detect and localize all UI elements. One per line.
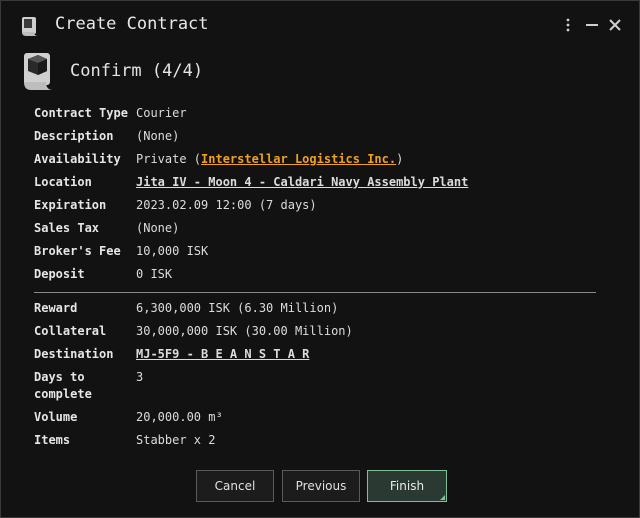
cancel-button[interactable]: Cancel — [196, 470, 274, 502]
minimize-icon[interactable] — [584, 15, 600, 35]
expiration-label: Expiration — [34, 198, 107, 212]
reward-value: 6,300,000 ISK (6.30 Million) — [136, 301, 339, 315]
row-brokers-fee: Broker's Fee 10,000 ISK — [34, 243, 604, 263]
items-value: Stabber x 2 — [136, 433, 216, 447]
sales-tax-value: (None) — [136, 221, 180, 235]
deposit-value: 0 ISK — [136, 267, 173, 281]
days-to-complete-label: Days to complete — [34, 369, 130, 403]
availability-suffix: ) — [396, 152, 404, 166]
destination-label: Destination — [34, 347, 114, 361]
location-link[interactable]: Jita IV - Moon 4 - Caldari Navy Assembly… — [136, 174, 468, 191]
collateral-value: 30,000,000 ISK (30.00 Million) — [136, 324, 353, 338]
destination-link[interactable]: MJ-5F9 - B E A N S T A R — [136, 346, 309, 363]
days-to-complete-value: 3 — [136, 370, 144, 384]
row-sales-tax: Sales Tax (None) — [34, 220, 604, 240]
step-title: Confirm (4/4) — [70, 61, 204, 81]
brokers-fee-value: 10,000 ISK — [136, 244, 209, 258]
row-days-to-complete: Days to complete 3 — [34, 369, 604, 405]
brokers-fee-label: Broker's Fee — [34, 244, 121, 258]
close-icon[interactable] — [607, 15, 623, 35]
previous-button[interactable]: Previous — [282, 470, 360, 502]
contract-type-value: Courier — [136, 106, 187, 120]
title-bar[interactable]: Create Contract — [1, 1, 639, 49]
row-destination: Destination MJ-5F9 - B E A N S T A R — [34, 346, 604, 366]
days-to-complete-label-line1: Days to — [34, 370, 85, 384]
volume-value: 20,000.00 m³ — [136, 410, 223, 424]
volume-label: Volume — [34, 410, 78, 424]
window-title: Create Contract — [55, 14, 209, 34]
collateral-label: Collateral — [34, 324, 107, 338]
description-label: Description — [34, 129, 114, 143]
description-value: (None) — [136, 129, 180, 143]
finish-button-label: Finish — [389, 479, 425, 493]
row-location: Location Jita IV - Moon 4 - Caldari Navy… — [34, 174, 604, 194]
reward-label: Reward — [34, 301, 78, 315]
section-divider — [34, 292, 596, 293]
deposit-label: Deposit — [34, 267, 85, 281]
location-label: Location — [34, 175, 92, 189]
finish-corner-marker — [440, 495, 445, 500]
create-contract-window: Create Contract Confirm (4/4) Contract T… — [0, 0, 640, 518]
availability-label: Availability — [34, 152, 121, 166]
row-deposit: Deposit 0 ISK — [34, 266, 604, 286]
row-volume: Volume 20,000.00 m³ — [34, 409, 604, 429]
availability-value: Private (Interstellar Logistics Inc.) — [136, 151, 403, 168]
contract-scroll-icon — [22, 17, 38, 36]
row-items: Items Stabber x 2 — [34, 432, 604, 452]
kebab-menu-icon[interactable] — [560, 15, 576, 35]
availability-prefix: Private ( — [136, 152, 202, 166]
row-collateral: Collateral 30,000,000 ISK (30.00 Million… — [34, 323, 604, 343]
contract-type-label: Contract Type — [34, 106, 128, 120]
row-expiration: Expiration 2023.02.09 12:00 (7 days) — [34, 197, 604, 217]
contract-scroll-icon — [24, 53, 53, 90]
finish-button[interactable]: Finish — [367, 470, 447, 502]
expiration-value: 2023.02.09 12:00 (7 days) — [136, 198, 317, 212]
sales-tax-label: Sales Tax — [34, 221, 100, 235]
row-reward: Reward 6,300,000 ISK (6.30 Million) — [34, 300, 604, 320]
row-contract-type: Contract Type Courier — [34, 105, 604, 125]
items-label: Items — [34, 433, 71, 447]
row-description: Description (None) — [34, 128, 604, 148]
corporation-link[interactable]: Interstellar Logistics Inc. — [201, 152, 396, 166]
row-availability: Availability Private (Interstellar Logis… — [34, 151, 604, 171]
days-to-complete-label-line2: complete — [34, 387, 92, 401]
